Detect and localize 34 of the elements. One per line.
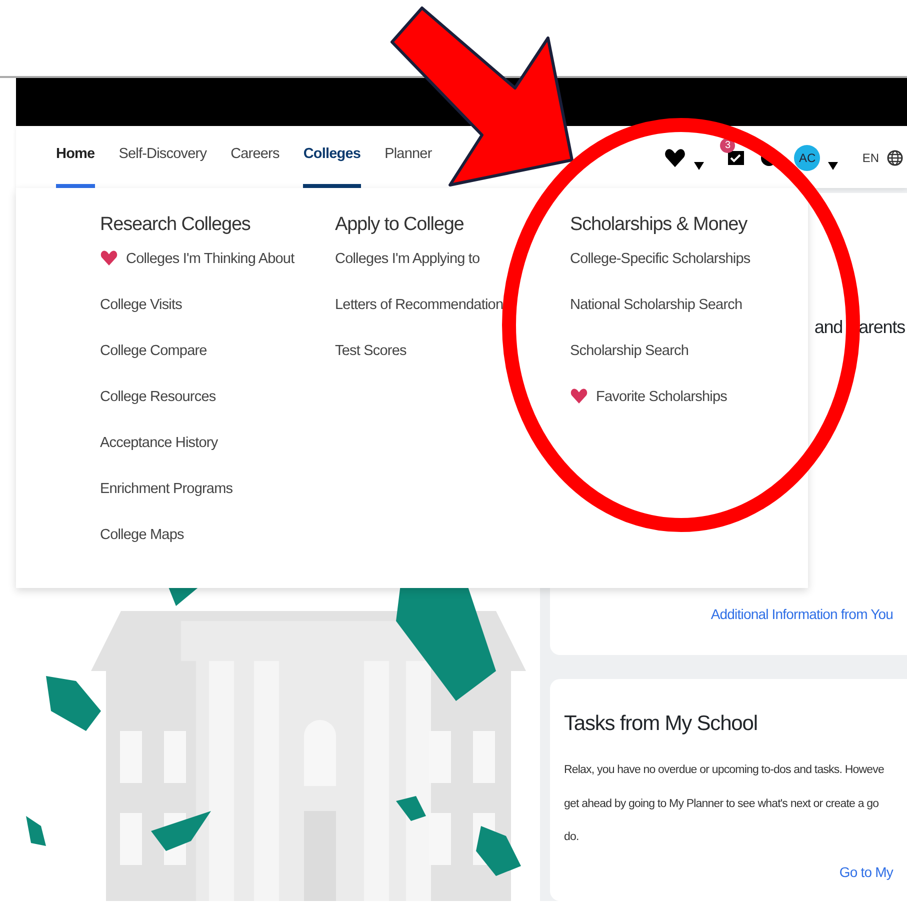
menu-link[interactable]: National Scholarship Search [570, 294, 805, 341]
menu-link[interactable]: Enrichment Programs [100, 478, 335, 525]
menu-link[interactable]: College Maps [100, 524, 335, 571]
menu-link[interactable]: Colleges I'm Thinking About [100, 248, 335, 295]
menu-link[interactable]: College Resources [100, 386, 335, 433]
caret-icon[interactable] [694, 162, 704, 170]
menu-link[interactable]: Favorite Scholarships [570, 386, 805, 433]
avatar[interactable]: AC [794, 145, 820, 171]
menu-link[interactable]: Colleges I'm Applying to [335, 248, 570, 295]
nav-tab[interactable]: Planner [384, 126, 432, 188]
menu-link[interactable]: College Visits [100, 294, 335, 341]
menu-link[interactable]: College Compare [100, 340, 335, 387]
nav-tab[interactable]: Careers [230, 126, 280, 188]
heart-icon [100, 248, 118, 267]
globe-icon[interactable] [887, 150, 903, 166]
envelope-icon[interactable] [728, 150, 744, 165]
language-label[interactable]: EN [862, 149, 879, 167]
menu-heading: Scholarships & Money [570, 214, 748, 237]
menu-heading: Research Colleges [100, 214, 252, 237]
card-heading: and [814, 317, 843, 339]
menu-link[interactable]: College-Specific Scholarships [570, 248, 805, 295]
heart-icon [570, 386, 588, 405]
menu-heading: Apply to College [335, 214, 465, 237]
menu-link[interactable]: Acceptance History [100, 432, 335, 479]
menu-link[interactable]: Letters of Recommendation [335, 294, 570, 341]
caret-icon[interactable] [828, 162, 838, 170]
card-text: Relax, you have no overdue or upcoming to-dos and tasks. Howeve get ahead by going to My Planner to see what's next or create a go do. [564, 763, 885, 845]
planner-link[interactable]: Go to My [839, 862, 893, 884]
nav-tab[interactable]: Self-Discovery [118, 126, 207, 188]
heart-icon[interactable] [664, 147, 686, 169]
menu-link[interactable]: Scholarship Search [570, 340, 805, 387]
menu-link[interactable]: Test Scores [335, 340, 570, 387]
info-link[interactable]: Additional Information from You [710, 604, 893, 625]
card-heading: Tasks from My School [564, 711, 758, 736]
